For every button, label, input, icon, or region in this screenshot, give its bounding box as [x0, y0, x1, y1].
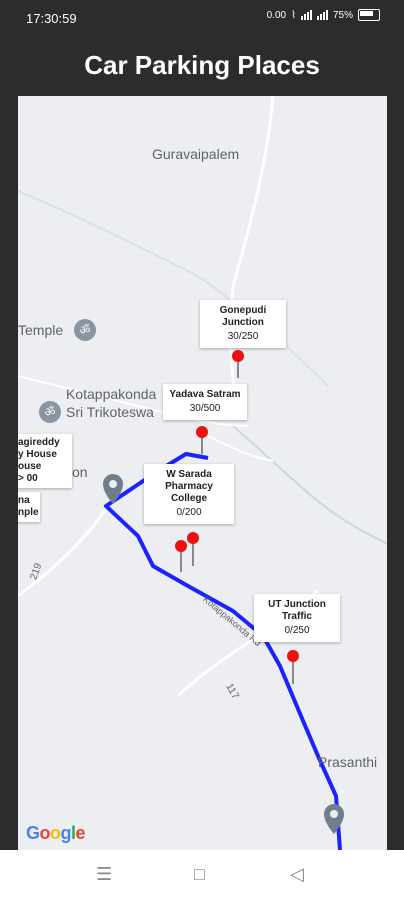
callout-gonepudi[interactable]: Gonepudi Junction 30/250	[200, 300, 286, 348]
page-title: Car Parking Places	[84, 50, 320, 80]
map-road	[18, 190, 329, 387]
callout-partial-line: y	[18, 449, 24, 460]
google-logo: Google	[26, 823, 86, 843]
callout-count: 0/250	[284, 625, 310, 636]
place-label-prasanthi: Prasanthi	[318, 754, 378, 770]
callout-ut-junction[interactable]: UT Junction Traffic 0/250	[254, 594, 340, 642]
callout-yadava-satram[interactable]: Yadava Satram 30/500	[163, 384, 247, 420]
map-view[interactable]: ॐ ॐ Guravaipalem Temple Kotappakonda Sri…	[18, 96, 387, 850]
parking-pin	[175, 540, 187, 572]
place-label-on: on	[72, 464, 88, 480]
battery-text: 75%	[332, 9, 353, 21]
map-road	[232, 425, 387, 545]
callout-count: 30/250	[227, 331, 259, 342]
home-icon[interactable]: □	[194, 864, 205, 885]
callout-partial-line: House	[26, 449, 57, 460]
callout-count: 0/200	[176, 507, 202, 518]
callout-partial-left-2[interactable]: na nple	[18, 492, 40, 522]
place-label-guravaipalem: Guravaipalem	[152, 146, 240, 162]
callout-count: 30/500	[189, 403, 221, 414]
om-temple-icon: ॐ	[74, 319, 96, 341]
map-road	[207, 435, 274, 462]
signal-icon	[300, 10, 312, 20]
battery-icon	[358, 9, 380, 21]
place-marker	[103, 474, 123, 504]
svg-text:ॐ: ॐ	[45, 405, 56, 419]
status-bar: 17:30:59 0.00 ⌇ 75%	[0, 0, 404, 36]
callout-name: Yadava Satram	[169, 389, 241, 400]
callout-w-sarada[interactable]: W Sarada Pharmacy College 0/200	[144, 464, 234, 524]
menu-icon[interactable]: ☰	[96, 864, 112, 885]
callout-partial-line: ouse	[18, 461, 42, 472]
callout-partial-line: >	[18, 473, 24, 484]
parking-pin	[187, 532, 199, 566]
net-speed: 0.00	[266, 9, 287, 21]
callout-partial-left-1[interactable]: agireddy y House ouse > 00	[18, 434, 72, 488]
status-time: 17:30:59	[26, 11, 77, 26]
callout-partial-line: na	[18, 495, 30, 506]
om-temple-icon: ॐ	[39, 401, 61, 423]
parking-pin	[287, 650, 299, 684]
callout-partial-line: nple	[18, 507, 39, 518]
callout-name: W Sarada Pharmacy College	[165, 469, 213, 504]
svg-text:ॐ: ॐ	[80, 323, 91, 337]
callout-name: Gonepudi Junction	[219, 305, 267, 328]
place-label-sri-trikoteswa: Sri Trikoteswa	[66, 404, 154, 420]
signal-icon-2	[316, 10, 328, 20]
parking-pin	[196, 426, 208, 454]
place-label-kotappakonda: Kotappakonda	[66, 386, 157, 402]
callout-name: UT Junction Traffic	[268, 599, 326, 622]
status-icons: 0.00 ⌇ 75%	[267, 9, 380, 21]
place-marker	[324, 804, 344, 834]
place-label-temple: Temple	[18, 322, 64, 338]
system-nav-bar: ☰ □ ◁	[0, 850, 404, 900]
callout-partial-line: 00	[26, 473, 38, 484]
wifi-icon: ⌇	[291, 9, 296, 21]
back-icon[interactable]: ◁	[290, 864, 304, 885]
callout-partial-line: agireddy	[18, 437, 60, 448]
